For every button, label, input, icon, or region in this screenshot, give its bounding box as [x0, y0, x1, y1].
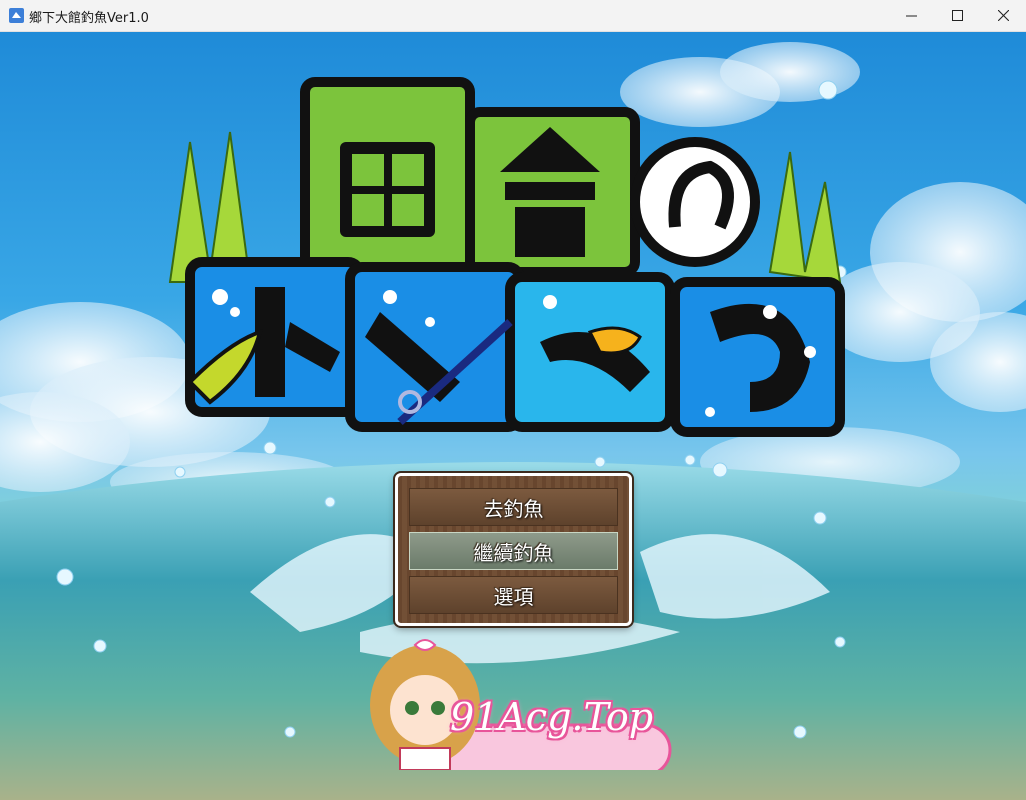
title-screen: 去釣魚 繼續釣魚 選項 91Acg.Top	[0, 32, 1026, 800]
logo-top-row	[300, 77, 760, 277]
window-title: 鄉下大館釣魚Ver1.0	[29, 11, 149, 26]
watermark-text: 91Acg.Top	[450, 695, 654, 739]
app-icon	[9, 8, 24, 23]
logo-bottom-row	[185, 257, 845, 437]
maximize-button[interactable]	[934, 0, 980, 31]
menu-item-new-game[interactable]: 去釣魚	[409, 488, 618, 526]
minimize-icon	[905, 15, 917, 17]
menu-item-continue[interactable]: 繼續釣魚	[409, 532, 618, 570]
title-bar[interactable]: 鄉下大館釣魚Ver1.0	[0, 0, 1026, 32]
minimize-button[interactable]	[888, 0, 934, 31]
close-button[interactable]	[980, 0, 1026, 31]
menu-item-options[interactable]: 選項	[409, 576, 618, 614]
close-icon	[997, 10, 1009, 21]
game-logo	[168, 77, 845, 437]
game-window: 鄉下大館釣魚Ver1.0 去釣魚 繼續釣魚 選項 91Acg.Top	[0, 0, 1026, 800]
maximize-icon	[951, 10, 963, 21]
title-menu: 去釣魚 繼續釣魚 選項	[395, 473, 632, 626]
